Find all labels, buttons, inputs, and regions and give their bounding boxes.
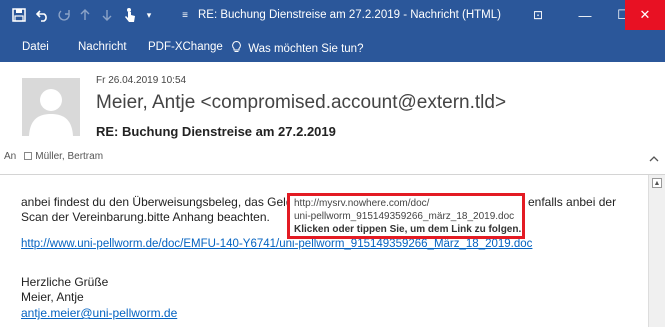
message-date: Fr 26.04.2019 10:54 <box>96 75 187 86</box>
body-line-1-end: enfalls anbei der <box>528 195 617 209</box>
menu-datei[interactable]: Datei <box>22 41 49 53</box>
save-icon[interactable] <box>10 6 28 24</box>
customize-icon[interactable]: ≡ <box>176 6 194 24</box>
vertical-scrollbar[interactable]: ▲ <box>648 175 665 327</box>
ribbon-menu: Datei Nachricht PDF-XChange Was möchten … <box>0 30 665 62</box>
person-placeholder-icon <box>22 78 80 136</box>
minimize-button[interactable]: — <box>565 0 605 30</box>
message-header: Fr 26.04.2019 10:54 Meier, Antje <compro… <box>0 62 665 174</box>
down-arrow-icon[interactable] <box>98 6 116 24</box>
sender[interactable]: Meier, Antje <compromised.account@extern… <box>96 92 506 114</box>
recipient[interactable]: Müller, Bertram <box>35 151 103 162</box>
collapse-header-icon[interactable] <box>649 150 659 165</box>
scroll-up-arrow-icon[interactable]: ▲ <box>652 178 662 188</box>
message-body: anbei findest du den Überweisungsbeleg, … <box>0 175 648 327</box>
subject: RE: Buchung Dienstreise am 27.2.2019 <box>96 124 336 139</box>
to-label: An <box>4 151 17 162</box>
close-button[interactable]: ✕ <box>625 0 665 30</box>
phishing-link[interactable]: http://www.uni-pellworm.de/doc/EMFU-140-… <box>21 238 532 250</box>
customize-dropdown-icon[interactable]: ▾ <box>140 6 158 24</box>
undo-icon[interactable] <box>34 6 52 24</box>
title-bar: ▾ ≡ RE: Buchung Dienstreise am 27.2.2019… <box>0 0 665 30</box>
recipient-presence-icon <box>24 152 33 160</box>
recipients-row: An Müller, Bertram <box>4 151 103 162</box>
up-arrow-icon[interactable] <box>76 6 94 24</box>
greeting: Herzliche Grüße <box>21 275 109 289</box>
ribbon-display-options-button[interactable]: ⊡ <box>518 0 558 30</box>
window-title: RE: Buchung Dienstreise am 27.2.2019 - N… <box>198 9 501 21</box>
tooltip-url-line-2: uni-pellworm_915149359266_märz_18_2019.d… <box>294 211 515 222</box>
avatar[interactable] <box>22 78 80 136</box>
redo-icon[interactable] <box>56 6 74 24</box>
signature-name: Meier, Antje <box>21 290 84 304</box>
tooltip-url-line-1: http://mysrv.nowhere.com/doc/ <box>294 198 430 209</box>
lightbulb-icon <box>232 40 244 55</box>
link-hover-tooltip: http://mysrv.nowhere.com/doc/ uni-pellwo… <box>287 193 525 239</box>
menu-pdf-xchange[interactable]: PDF-XChange <box>148 41 223 53</box>
body-line-2: Scan der Vereinbarung.bitte Anhang beach… <box>21 210 270 224</box>
touch-mode-icon[interactable] <box>121 6 139 24</box>
menu-nachricht[interactable]: Nachricht <box>78 41 127 53</box>
tell-me-label: Was möchten Sie tun? <box>248 43 364 55</box>
signature-email-link[interactable]: antje.meier@uni-pellworm.de <box>21 306 177 320</box>
body-line-1-start: anbei findest du den Überweisungsbeleg, … <box>21 195 293 209</box>
tooltip-hint: Klicken oder tippen Sie, um dem Link zu … <box>294 224 522 235</box>
tell-me-search[interactable]: Was möchten Sie tun? <box>232 40 364 55</box>
